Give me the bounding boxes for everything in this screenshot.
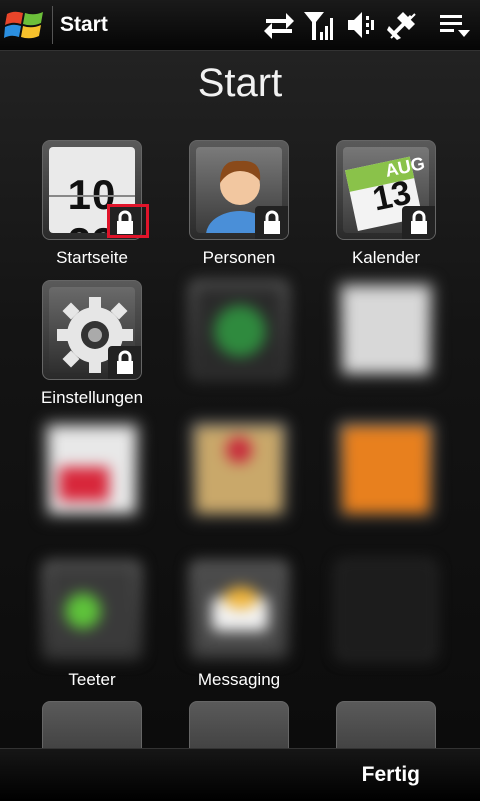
windows-logo-icon[interactable] (4, 6, 46, 44)
tile-label-personen: Personen (202, 248, 276, 267)
tile-teeter[interactable] (42, 560, 142, 660)
volume-icon[interactable] (344, 8, 378, 42)
lock-icon (255, 206, 288, 239)
tile-blurred-3[interactable] (42, 420, 142, 520)
app-icon (196, 427, 282, 513)
done-button[interactable]: Fertig (362, 763, 420, 787)
start-screen: Start 10 23 Startseite Personen (0, 51, 480, 748)
app-icon (49, 427, 135, 513)
tile-label-messaging: Messaging (197, 670, 281, 689)
soft-key-bar: Fertig (0, 748, 480, 801)
signal-icon[interactable] (302, 8, 336, 42)
messaging-icon (196, 567, 282, 653)
status-separator (52, 6, 53, 44)
connection-icon[interactable] (385, 8, 419, 42)
tile-partial-3[interactable] (336, 701, 436, 748)
tile-label-teeter: Teeter (68, 670, 116, 689)
tile-blurred-4[interactable] (189, 420, 289, 520)
lock-icon (402, 206, 435, 239)
tile-einstellungen[interactable] (42, 280, 142, 380)
tile-blurred-2[interactable] (336, 280, 436, 380)
teeter-icon (49, 567, 135, 653)
app-title[interactable]: Start (60, 13, 108, 37)
tile-empty[interactable] (336, 560, 436, 660)
lock-highlight-box (107, 204, 149, 238)
tile-label-startseite: Startseite (56, 248, 128, 267)
tile-partial-2[interactable] (189, 701, 289, 748)
app-icon (196, 287, 282, 373)
tile-blurred-5[interactable] (336, 420, 436, 520)
app-icon (343, 287, 429, 373)
status-bar: Start (0, 0, 480, 51)
page-title: Start (197, 61, 283, 105)
tile-label-kalender: Kalender (351, 248, 421, 267)
app-icon (343, 427, 429, 513)
tile-personen[interactable] (189, 140, 289, 240)
tile-blurred-1[interactable] (189, 280, 289, 380)
tile-partial-1[interactable] (42, 701, 142, 748)
tile-messaging[interactable] (189, 560, 289, 660)
lock-icon (108, 346, 141, 379)
sync-icon[interactable] (262, 8, 296, 42)
tile-kalender[interactable]: AUG 13 (336, 140, 436, 240)
tile-label-einstellungen: Einstellungen (40, 388, 144, 407)
menu-icon[interactable] (438, 8, 472, 42)
